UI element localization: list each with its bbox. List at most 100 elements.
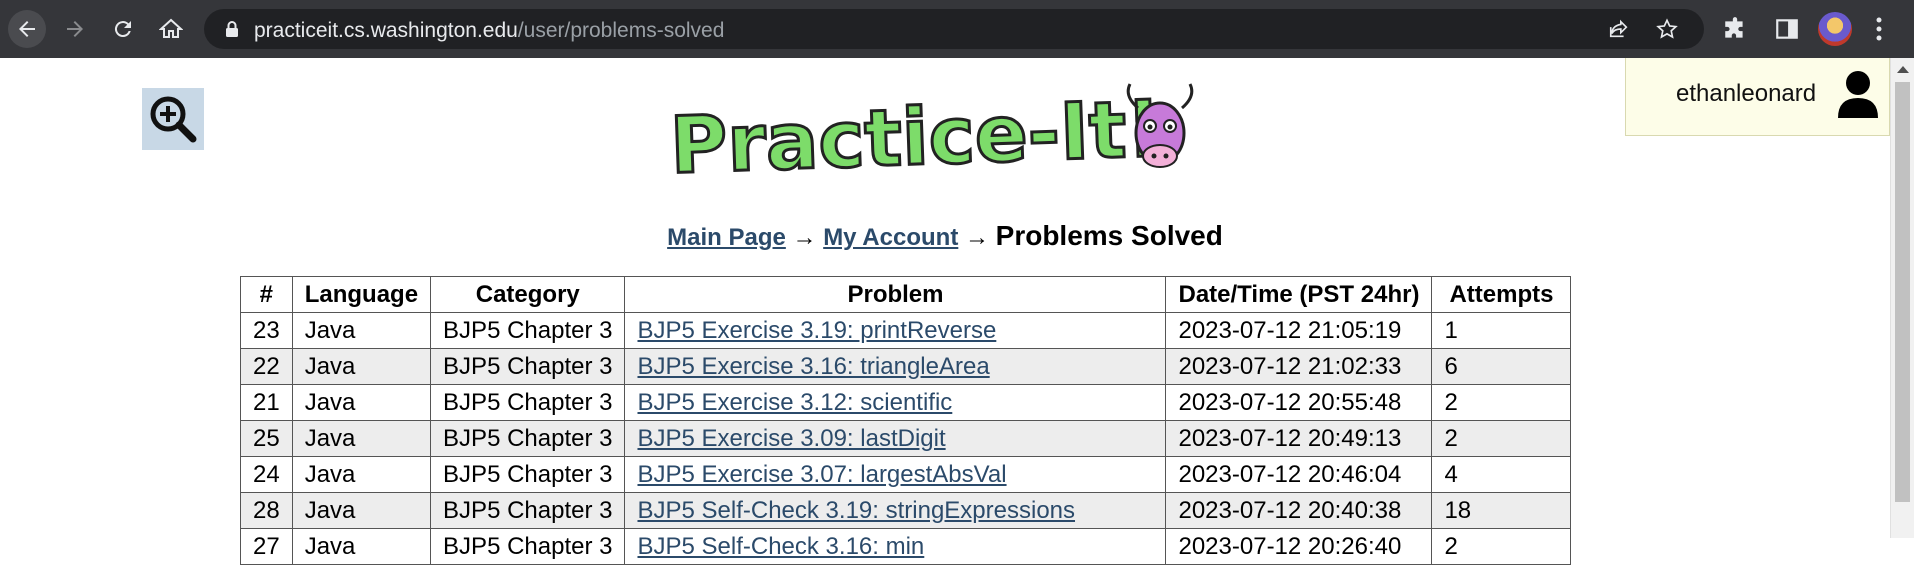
cell-category: BJP5 Chapter 3 — [430, 384, 626, 421]
scroll-up-arrow-icon[interactable] — [1897, 66, 1909, 73]
problem-link[interactable]: BJP5 Exercise 3.19: printReverse — [637, 317, 996, 344]
table-row: 22 Java BJP5 Chapter 3 BJP5 Exercise 3.16: … — [240, 348, 1572, 385]
table-row: 24 Java BJP5 Chapter 3 BJP5 Exercise 3.07: … — [240, 456, 1572, 493]
arrow-left-icon — [19, 21, 35, 37]
cell-datetime: 2023-07-12 20:46:04 — [1165, 456, 1433, 493]
cell-language: Java — [291, 492, 432, 529]
username-link[interactable]: ethanleonard — [1676, 80, 1816, 108]
table-row: 27 Java BJP5 Chapter 3 BJP5 Self-Check 3.16… — [240, 528, 1572, 565]
reload-button[interactable] — [104, 10, 142, 48]
cell-language: Java — [291, 348, 432, 385]
cell-datetime: 2023-07-12 20:49:13 — [1165, 420, 1433, 457]
profile-avatar[interactable] — [1818, 12, 1852, 46]
cell-attempts: 2 — [1431, 384, 1572, 421]
breadcrumb-main-page[interactable]: Main Page — [667, 224, 786, 251]
cell-datetime: 2023-07-12 21:05:19 — [1165, 312, 1433, 349]
cell-number: 23 — [240, 312, 293, 349]
share-icon[interactable] — [1608, 18, 1630, 40]
zoom-button[interactable] — [142, 88, 204, 150]
cell-category: BJP5 Chapter 3 — [430, 312, 626, 349]
svg-text:Practice-It!: Practice-It! — [669, 84, 1164, 188]
problems-solved-table: # Language Category Problem Date/Time (P… — [240, 276, 1572, 565]
table-row: 28 Java BJP5 Chapter 3 BJP5 Self-Check 3.19… — [240, 492, 1572, 529]
cell-attempts: 2 — [1431, 420, 1572, 457]
cell-attempts: 6 — [1431, 348, 1572, 385]
lock-icon[interactable] — [224, 20, 240, 38]
problem-link[interactable]: BJP5 Self-Check 3.16: min — [637, 533, 924, 560]
table-row: 23 Java BJP5 Chapter 3 BJP5 Exercise 3.19: … — [240, 312, 1572, 349]
cell-problem: BJP5 Exercise 3.12: scientific — [624, 384, 1167, 421]
table-row: 25 Java BJP5 Chapter 3 BJP5 Exercise 3.09: … — [240, 420, 1572, 457]
cell-attempts: 1 — [1431, 312, 1572, 349]
url-host: practiceit.cs.washington.edu — [254, 19, 518, 42]
user-box: ethanleonard — [1625, 58, 1890, 136]
cell-number: 22 — [240, 348, 293, 385]
cell-category: BJP5 Chapter 3 — [430, 420, 626, 457]
back-button[interactable] — [8, 10, 46, 48]
practice-it-logo[interactable]: Practice-It! — [660, 78, 1220, 188]
url-text[interactable]: practiceit.cs.washington.edu/user/proble… — [254, 19, 724, 43]
cell-language: Java — [291, 528, 432, 565]
cell-category: BJP5 Chapter 3 — [430, 348, 626, 385]
forward-button[interactable] — [56, 10, 94, 48]
cell-problem: BJP5 Exercise 3.07: largestAbsVal — [624, 456, 1167, 493]
problem-link[interactable]: BJP5 Exercise 3.09: lastDigit — [637, 425, 945, 452]
puzzle-icon[interactable] — [1722, 16, 1748, 42]
column-header-category: Category — [430, 276, 626, 313]
cell-language: Java — [291, 420, 432, 457]
cell-problem: BJP5 Exercise 3.09: lastDigit — [624, 420, 1167, 457]
cell-problem: BJP5 Self-Check 3.19: stringExpressions — [624, 492, 1167, 529]
cell-attempts: 4 — [1431, 456, 1572, 493]
problem-link[interactable]: BJP5 Exercise 3.16: triangleArea — [637, 353, 989, 380]
cell-category: BJP5 Chapter 3 — [430, 492, 626, 529]
cell-problem: BJP5 Exercise 3.16: triangleArea — [624, 348, 1167, 385]
cell-category: BJP5 Chapter 3 — [430, 456, 626, 493]
address-bar[interactable]: practiceit.cs.washington.edu/user/proble… — [204, 9, 1704, 49]
side-panel-icon[interactable] — [1774, 16, 1800, 42]
problem-link[interactable]: BJP5 Exercise 3.12: scientific — [637, 389, 952, 416]
home-button[interactable] — [152, 10, 190, 48]
scrollbar-thumb[interactable] — [1895, 82, 1910, 502]
zoom-in-icon — [150, 96, 197, 143]
browser-toolbar: practiceit.cs.washington.edu/user/proble… — [0, 0, 1914, 58]
breadcrumb-my-account[interactable]: My Account — [823, 224, 958, 251]
cell-number: 24 — [240, 456, 293, 493]
reload-icon — [114, 21, 131, 38]
vertical-scrollbar[interactable] — [1890, 58, 1914, 538]
page-title: Problems Solved — [995, 220, 1223, 251]
user-icon[interactable] — [1836, 70, 1880, 120]
table-header-row: # Language Category Problem Date/Time (P… — [240, 276, 1572, 313]
page-content: Practice-It! ethanleonard Main Page → My… — [0, 58, 1890, 565]
arrow-right-icon — [67, 21, 83, 37]
breadcrumb-arrow: → — [964, 224, 989, 251]
cell-datetime: 2023-07-12 20:55:48 — [1165, 384, 1433, 421]
kebab-menu-icon[interactable] — [1874, 14, 1884, 44]
cell-number: 27 — [240, 528, 293, 565]
cell-attempts: 18 — [1431, 492, 1572, 529]
column-header-language: Language — [291, 276, 432, 313]
cell-datetime: 2023-07-12 20:26:40 — [1165, 528, 1433, 565]
cell-number: 28 — [240, 492, 293, 529]
problem-link[interactable]: BJP5 Self-Check 3.19: stringExpressions — [637, 497, 1075, 524]
cell-datetime: 2023-07-12 20:40:38 — [1165, 492, 1433, 529]
breadcrumb: Main Page → My Account → Problems Solved — [0, 220, 1890, 252]
cell-problem: BJP5 Exercise 3.19: printReverse — [624, 312, 1167, 349]
breadcrumb-arrow: → — [792, 224, 817, 251]
url-path: /user/problems-solved — [517, 19, 725, 42]
column-header-number: # — [240, 276, 293, 313]
column-header-problem: Problem — [624, 276, 1167, 313]
column-header-attempts: Attempts — [1431, 276, 1572, 313]
cell-language: Java — [291, 312, 432, 349]
cell-number: 21 — [240, 384, 293, 421]
cell-datetime: 2023-07-12 21:02:33 — [1165, 348, 1433, 385]
star-icon[interactable] — [1656, 18, 1678, 40]
home-icon — [159, 18, 183, 38]
cell-category: BJP5 Chapter 3 — [430, 528, 626, 565]
cell-attempts: 2 — [1431, 528, 1572, 565]
cell-language: Java — [291, 384, 432, 421]
cell-problem: BJP5 Self-Check 3.16: min — [624, 528, 1167, 565]
cell-language: Java — [291, 456, 432, 493]
cell-number: 25 — [240, 420, 293, 457]
table-row: 21 Java BJP5 Chapter 3 BJP5 Exercise 3.12: … — [240, 384, 1572, 421]
problem-link[interactable]: BJP5 Exercise 3.07: largestAbsVal — [637, 461, 1006, 488]
